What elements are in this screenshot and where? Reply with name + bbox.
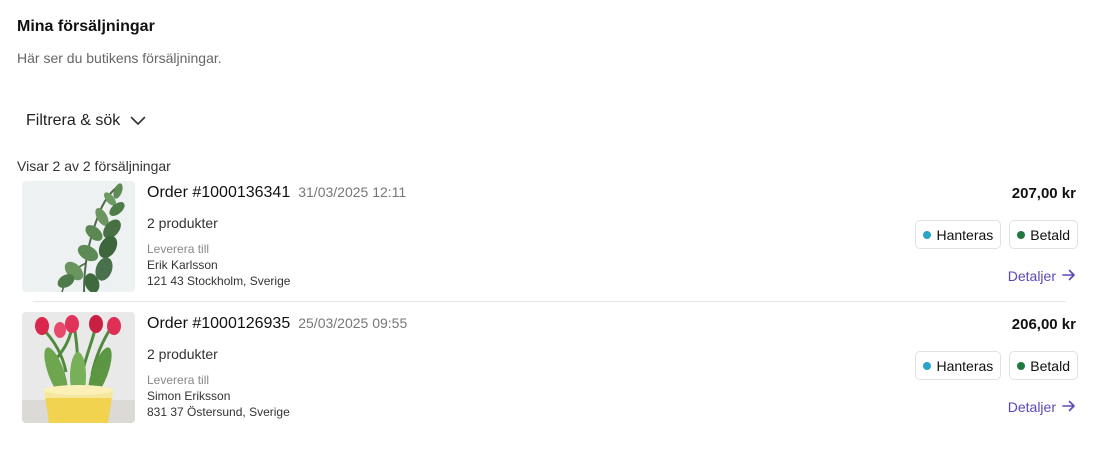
arrow-right-icon bbox=[1062, 399, 1076, 415]
filter-toggle-label: Filtrera & sök bbox=[26, 112, 121, 129]
status-badge-label: Hanteras bbox=[936, 357, 994, 374]
order-number: Order #1000136341 bbox=[147, 184, 291, 201]
status-badge: Hanteras bbox=[915, 351, 1002, 380]
payment-dot-icon bbox=[1017, 361, 1026, 370]
payment-badge-label: Betald bbox=[1030, 357, 1070, 374]
payment-badge: Betald bbox=[1009, 220, 1078, 249]
chevron-down-icon bbox=[130, 116, 146, 126]
order-number: Order #1000126935 bbox=[147, 315, 291, 332]
product-count: 2 produkter bbox=[147, 346, 218, 362]
delivery-address: 121 43 Stockholm, Sverige bbox=[147, 274, 291, 288]
payment-dot-icon bbox=[1017, 230, 1026, 239]
delivery-info: Leverera till Erik Karlsson 121 43 Stock… bbox=[147, 241, 290, 289]
status-badge: Hanteras bbox=[915, 220, 1002, 249]
product-count: 2 produkter bbox=[147, 215, 218, 231]
status-dot-icon bbox=[923, 230, 932, 239]
filter-toggle-button[interactable]: Filtrera & sök bbox=[26, 112, 146, 130]
page-subtitle: Här ser du butikens försäljningar. bbox=[17, 50, 222, 66]
details-link-label: Detaljer bbox=[1007, 399, 1056, 415]
status-badge-label: Hanteras bbox=[936, 226, 994, 243]
order-card: Order #1000126935 25/03/2025 09:55 2 pro… bbox=[22, 312, 1078, 424]
order-date: 25/03/2025 09:55 bbox=[298, 315, 408, 331]
details-link[interactable]: Detaljer bbox=[1008, 268, 1076, 284]
customer-name: Simon Eriksson bbox=[147, 389, 231, 403]
delivery-label: Leverera till bbox=[147, 373, 210, 387]
result-count: Visar 2 av 2 försäljningar bbox=[17, 158, 171, 174]
delivery-address: 831 37 Östersund, Sverige bbox=[147, 405, 290, 419]
order-product-image[interactable] bbox=[22, 312, 135, 423]
customer-name: Erik Karlsson bbox=[147, 258, 218, 272]
order-card: Order #1000136341 31/03/2025 12:11 2 pro… bbox=[22, 181, 1078, 293]
status-dot-icon bbox=[923, 361, 932, 370]
order-total: 206,00 kr bbox=[1011, 316, 1076, 333]
order-divider bbox=[33, 301, 1066, 302]
delivery-info: Leverera till Simon Eriksson 831 37 Öste… bbox=[147, 372, 290, 420]
page-title: Mina försäljningar bbox=[17, 18, 155, 35]
order-total: 207,00 kr bbox=[1011, 185, 1076, 202]
delivery-label: Leverera till bbox=[147, 242, 210, 256]
details-link-label: Detaljer bbox=[1007, 268, 1056, 284]
payment-badge-label: Betald bbox=[1030, 226, 1070, 243]
details-link[interactable]: Detaljer bbox=[1008, 399, 1076, 415]
order-date: 31/03/2025 12:11 bbox=[298, 184, 407, 200]
arrow-right-icon bbox=[1062, 268, 1076, 284]
order-product-image[interactable] bbox=[22, 181, 135, 292]
payment-badge: Betald bbox=[1009, 351, 1078, 380]
